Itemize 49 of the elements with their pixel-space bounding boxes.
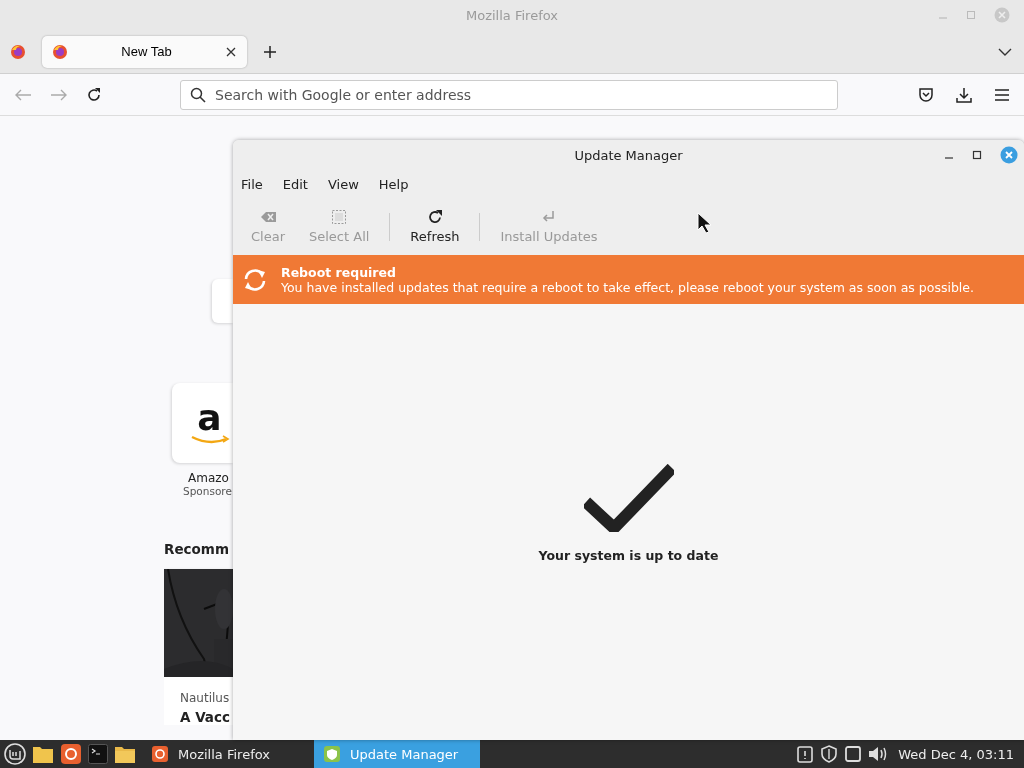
refresh-icon [426,209,443,225]
sync-icon [243,267,267,292]
toolbar-button[interactable]: Refresh [400,205,470,248]
menu-item[interactable]: Help [378,176,409,192]
search-icon [190,86,206,103]
address-field[interactable]: Search with Google or enter address [180,79,838,110]
start-menu-icon[interactable] [4,743,26,765]
clear-icon [260,209,276,225]
menu-item[interactable]: Edit [282,176,308,192]
shield-icon [324,746,340,762]
mouse-cursor-icon [697,212,713,234]
close-icon[interactable] [225,45,237,58]
download-icon[interactable] [956,86,972,103]
pocket-icon[interactable] [918,86,934,103]
shortcut-tile[interactable] [212,279,233,323]
maximize-icon[interactable] [972,150,982,160]
volume-icon[interactable] [868,745,889,763]
checkmark-icon [583,464,674,532]
story-card[interactable]: Nautilus A Vacc [164,569,233,725]
chevron-down-icon[interactable] [998,46,1012,57]
shield-icon[interactable] [820,745,839,763]
clock[interactable]: Wed Dec 4, 03:11 [898,746,1014,762]
select-all-icon [331,209,348,225]
browser-logo-icon[interactable] [10,43,26,60]
banner-title: Reboot required [281,264,397,280]
folder-icon[interactable] [114,744,136,764]
smile-arrow-icon [189,435,230,445]
story-title: A Vacc [179,708,231,725]
browser-logo-icon [52,43,68,60]
story-source: Nautilus [179,690,231,705]
window-title: Update Manager [574,147,683,163]
new-tab-icon[interactable] [263,44,277,59]
menu-item[interactable]: File [241,176,263,192]
section-title: Recomm [164,541,229,557]
window-icon[interactable] [844,745,863,763]
menu-item[interactable]: View [327,176,359,192]
taskbar-window-button[interactable]: Mozilla Firefox [142,740,308,768]
status-message: Your system is up to date [538,548,719,563]
menu-icon[interactable] [994,87,1010,102]
window-title: Mozilla Firefox [466,7,558,23]
shortcut-tile[interactable]: a [172,383,233,463]
reload-icon[interactable] [86,86,102,103]
shortcut-label: Amazo [188,471,229,485]
sponsored-label: Sponsore [183,485,232,497]
terminal-icon[interactable] [88,744,108,764]
browser-tab[interactable]: New Tab [42,35,247,68]
logo-letter: a [197,401,222,435]
folder-icon[interactable] [32,744,54,764]
banner-message: You have installed updates that require a reboot to take effect, please reboot your system as soon as possible. [281,279,974,295]
